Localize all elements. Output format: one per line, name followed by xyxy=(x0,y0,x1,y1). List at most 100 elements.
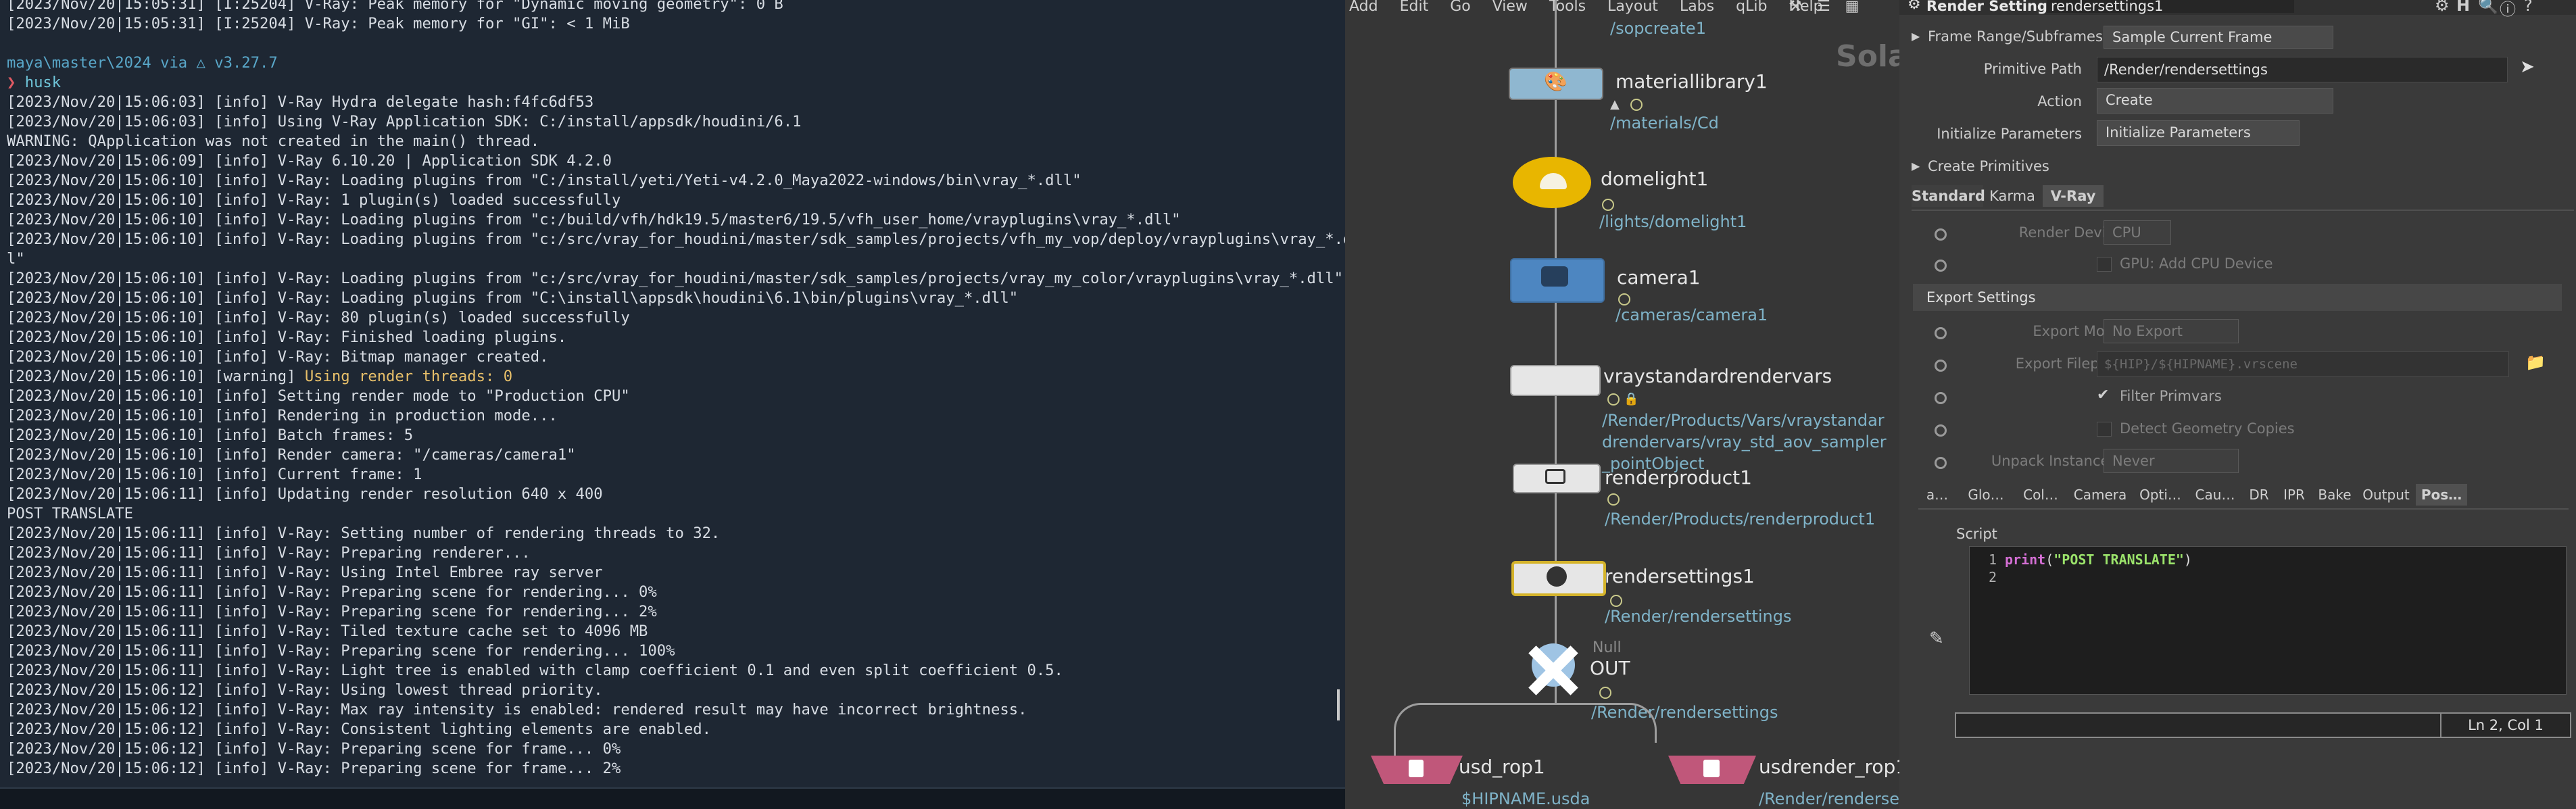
log-text: [2023/Nov/20|15:06:11] [info] V-Ray: Set… xyxy=(7,524,721,542)
node-tile[interactable] xyxy=(1510,365,1601,396)
subtab-a[interactable]: a… xyxy=(1918,484,1956,506)
subtab-caustics[interactable]: Cau… xyxy=(2189,484,2241,506)
menu-view[interactable]: View xyxy=(1492,0,1528,18)
menu-layout[interactable]: Layout xyxy=(1607,0,1658,18)
tools-icon[interactable]: ⚒ xyxy=(1786,0,1805,16)
subtab-color[interactable]: Col… xyxy=(2014,484,2067,506)
action-label: Action xyxy=(2037,93,2082,109)
menu-edit[interactable]: Edit xyxy=(1400,0,1429,18)
terminal-line: [2023/Nov/20|15:06:11] [info] V-Ray: Usi… xyxy=(7,563,1345,583)
terminal-line: [2023/Nov/20|15:06:10] [info] Batch fram… xyxy=(7,426,1345,445)
file-browse-icon[interactable]: 📁 xyxy=(2525,353,2546,372)
flag-icon[interactable] xyxy=(1607,393,1620,406)
node-name-field[interactable]: rendersettings1 xyxy=(2047,0,2294,14)
subtab-ipr[interactable]: IPR xyxy=(2277,484,2312,506)
log-text: [2023/Nov/20|15:06:10] [info] V-Ray: 1 p… xyxy=(7,191,621,209)
subtab-dr[interactable]: DR xyxy=(2243,484,2275,506)
help-icon[interactable]: ? xyxy=(2524,0,2533,15)
terminal-line: [2023/Nov/20|15:06:11] [info] V-Ray: Pre… xyxy=(7,641,1345,661)
create-primitives-label[interactable]: Create Primitives xyxy=(1928,158,2049,174)
export-mode-label: Export Mode xyxy=(2033,323,2122,339)
terminal-scrollbar[interactable] xyxy=(1337,689,1340,720)
network-editor[interactable]: Add Edit Go View Tools Layout Labs qLib … xyxy=(1345,0,1899,809)
keyframe-icon[interactable] xyxy=(1935,260,1947,272)
search-icon[interactable]: 🔍 xyxy=(2478,0,2498,15)
menu-add[interactable]: Add xyxy=(1349,0,1378,18)
node-path: /cameras/camera1 xyxy=(1615,305,1768,324)
keyframe-icon[interactable] xyxy=(1935,457,1947,469)
vray-subtabs: a… Glo… Col… Camera Opti… Cau… DR IPR Ba… xyxy=(1918,484,2569,510)
action-menu[interactable]: Create xyxy=(2097,88,2333,114)
terminal-line: [2023/Nov/20|15:06:03] [info] V-Ray Hydr… xyxy=(7,93,1345,112)
log-text: [2023/Nov/20|15:06:12] [info] V-Ray: Pre… xyxy=(7,760,621,777)
export-mode-menu[interactable]: No Export xyxy=(2104,319,2239,343)
terminal-window[interactable]: [2023/Nov/20|15:05:31] [I:25204] V-Ray: … xyxy=(0,0,1345,787)
subtab-global[interactable]: Glo… xyxy=(1959,484,2013,506)
terminal-line: [2023/Nov/20|15:06:03] [info] Using V-Ra… xyxy=(7,112,1345,132)
grid-icon[interactable]: ▦ xyxy=(1843,0,1862,16)
init-params-menu[interactable]: Initialize Parameters xyxy=(2097,120,2300,146)
render-device-menu[interactable]: CPU xyxy=(2104,220,2171,245)
export-filepath-field[interactable]: ${HIP}/${HIPNAME}.vrscene xyxy=(2097,351,2509,377)
frame-range-label: Frame Range/Subframes xyxy=(1928,28,2103,45)
log-text: [2023/Nov/20|15:06:11] [info] V-Ray: Pre… xyxy=(7,544,531,562)
flag-icon[interactable] xyxy=(1599,687,1611,699)
node-wire xyxy=(1555,0,1557,703)
export-settings-section[interactable]: Export Settings xyxy=(1913,284,2562,311)
gear-icon: ⚙ xyxy=(1907,0,1921,13)
primitive-path-field[interactable]: /Render/rendersettings xyxy=(2097,57,2508,82)
keyframe-icon[interactable] xyxy=(1935,228,1947,241)
list-icon[interactable]: ☰ xyxy=(1814,0,1833,16)
menu-go[interactable]: Go xyxy=(1450,0,1471,18)
info-icon[interactable]: ⓘ xyxy=(2500,0,2516,20)
sopcreate-path: /sopcreate1 xyxy=(1610,19,1706,38)
keyframe-icon[interactable] xyxy=(1935,392,1947,404)
filter-primvars-label: Filter Primvars xyxy=(2120,388,2222,404)
keyframe-icon[interactable] xyxy=(1935,327,1947,339)
tab-standard[interactable]: Standard xyxy=(1912,185,1985,207)
keyframe-icon[interactable] xyxy=(1935,360,1947,372)
unpack-instancers-menu[interactable]: Never xyxy=(2104,449,2239,473)
menu-qlib[interactable]: qLib xyxy=(1736,0,1767,18)
detect-geometry-checkbox[interactable] xyxy=(2097,422,2112,437)
subtab-post[interactable]: Pos… xyxy=(2416,484,2467,506)
settings-icon[interactable]: ⚙ xyxy=(2435,0,2450,15)
subtab-output[interactable]: Output xyxy=(2358,484,2414,506)
keyframe-icon[interactable] xyxy=(1935,424,1947,437)
cursor-arrow-icon[interactable]: ➤ xyxy=(2520,57,2535,77)
terminal-line: [2023/Nov/20|15:06:10] [info] Current fr… xyxy=(7,465,1345,485)
script-code[interactable]: print("POST TRANSLATE") xyxy=(2005,551,2192,568)
gpu-add-cpu-checkbox[interactable] xyxy=(2097,257,2112,272)
log-text: [2023/Nov/20|15:06:09] [info] V-Ray 6.10… xyxy=(7,152,612,170)
expand-arrow-icon[interactable]: ▶ xyxy=(1912,160,1920,172)
frame-range-menu[interactable]: Sample Current Frame xyxy=(2104,26,2333,49)
subtab-bake[interactable]: Bake xyxy=(2313,484,2356,506)
node-path-line: /Render/Products/Vars/vraystandar xyxy=(1602,411,1885,430)
subtab-options[interactable]: Opti… xyxy=(2133,484,2187,506)
subtab-camera[interactable]: Camera xyxy=(2068,484,2132,506)
script-label: Script xyxy=(1956,526,1997,542)
parameter-pane[interactable]: ⚙ Render Settings rendersettings1 ⚙ H 🔍 … xyxy=(1899,0,2576,809)
log-text: [2023/Nov/20|15:06:10] [info] V-Ray: Loa… xyxy=(7,270,1343,287)
log-text: [2023/Nov/20|15:06:10] [info] Render cam… xyxy=(7,446,576,464)
log-text: [2023/Nov/20|15:06:11] [info] V-Ray: Pre… xyxy=(7,603,657,620)
tab-karma[interactable]: Karma xyxy=(1983,185,2041,207)
terminal-line: [2023/Nov/20|15:06:11] [info] V-Ray: Pre… xyxy=(7,543,1345,563)
flag-icon[interactable] xyxy=(1602,199,1614,211)
log-text: [2023/Nov/20|15:06:03] [info] V-Ray Hydr… xyxy=(7,93,594,111)
flag-icon[interactable] xyxy=(1630,99,1643,111)
expand-arrow-icon[interactable]: ▶ xyxy=(1912,30,1920,43)
flag-icon[interactable] xyxy=(1607,493,1620,506)
log-text: [2023/Nov/20|15:06:10] [info] V-Ray: Fin… xyxy=(7,328,567,346)
check-icon[interactable]: ✔ xyxy=(2097,387,2109,403)
tab-vray[interactable]: V-Ray xyxy=(2043,185,2104,207)
help-h-icon[interactable]: H xyxy=(2456,0,2470,15)
pencil-icon[interactable]: ✎ xyxy=(1929,629,1944,649)
menu-labs[interactable]: Labs xyxy=(1680,0,1714,18)
terminal-line: [2023/Nov/20|15:06:11] [info] Updating r… xyxy=(7,485,1345,504)
log-text: [2023/Nov/20|15:05:31] [I:25204] V-Ray: … xyxy=(7,15,630,32)
null-icon[interactable] xyxy=(1520,639,1587,702)
line-number: 2 xyxy=(1988,569,1997,585)
terminal-line: [2023/Nov/20|15:06:11] [info] V-Ray: Til… xyxy=(7,622,1345,641)
script-editor[interactable]: 1 2 print("POST TRANSLATE") xyxy=(1969,546,2567,695)
